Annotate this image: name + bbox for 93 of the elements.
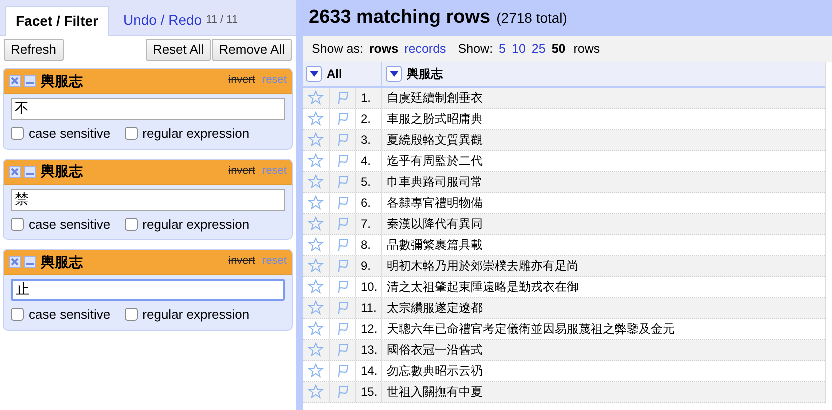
row-number: 3.: [356, 130, 382, 150]
table-cell-text: 秦漢以降代有異同: [386, 216, 484, 233]
star-icon[interactable]: [308, 300, 324, 316]
checkbox-label: regular expression: [142, 306, 250, 324]
table-cell-text: 明初木輅乃用於郊崇樸去雕亦有足尚: [386, 258, 580, 275]
row-number: 6.: [356, 193, 382, 213]
facet-title: 輿服志: [41, 162, 83, 181]
checkbox[interactable]: [11, 218, 24, 231]
remove-all-button[interactable]: Remove All: [212, 39, 292, 61]
star-icon[interactable]: [308, 258, 324, 274]
row-number: 14.: [356, 361, 382, 381]
close-icon[interactable]: [9, 75, 21, 87]
invert-link[interactable]: invert: [228, 72, 256, 88]
row-number: 5.: [356, 172, 382, 192]
page-size-link[interactable]: 50: [552, 40, 566, 58]
row-number: 10.: [356, 277, 382, 297]
matching-rows-count: 2633 matching rows: [309, 6, 491, 30]
view-mode-link[interactable]: rows: [369, 40, 399, 58]
rows-label: rows: [574, 40, 600, 58]
star-icon[interactable]: [308, 279, 324, 295]
refresh-button[interactable]: Refresh: [4, 39, 64, 61]
row-number: 2.: [356, 109, 382, 129]
checkbox-label: case sensitive: [29, 306, 111, 324]
star-icon[interactable]: [308, 132, 324, 148]
star-icon[interactable]: [308, 174, 324, 190]
table-cell-text: 夏繞殷輅文質異觀: [386, 132, 484, 149]
star-icon[interactable]: [308, 216, 324, 232]
table-cell-text: 各隸專官禮明物備: [386, 195, 484, 212]
undo-count: 11 / 11: [206, 12, 238, 28]
table-cell-text: 品數彌繁裹篇具載: [386, 237, 484, 254]
close-icon[interactable]: [9, 256, 21, 268]
dropdown-icon[interactable]: [386, 66, 402, 82]
panel-tab[interactable]: Undo / Redo 11 / 11: [113, 5, 248, 35]
row-number: 12.: [356, 319, 382, 339]
table-cell-text: 迄乎有周監於二代: [386, 153, 484, 170]
table-cell-text: 巾車典路司服司常: [386, 174, 484, 191]
invert-link[interactable]: invert: [228, 253, 256, 270]
total-rows: (2718 total): [496, 8, 568, 28]
table-cell-text: 自虞廷續制創垂衣: [386, 90, 484, 107]
table-cell-text: 國俗衣冠一沿舊式: [386, 342, 484, 359]
page-size-link[interactable]: 10: [512, 40, 526, 58]
panel-tab[interactable]: Facet / Filter: [5, 6, 110, 36]
facet-title: 輿服志: [41, 72, 83, 90]
page-size-link[interactable]: 25: [532, 40, 546, 58]
table-cell-text: 世祖入關撫有中夏: [386, 384, 484, 401]
column-header: 輿服志: [407, 66, 443, 83]
show-as-label: Show as:: [312, 40, 364, 58]
column-header: All: [327, 66, 342, 83]
table-cell-text: 清之太祖肇起東陲遠略是勤戎衣在御: [386, 279, 580, 296]
star-icon[interactable]: [308, 195, 324, 211]
row-number: 9.: [356, 256, 382, 276]
page-size-link[interactable]: 5: [499, 40, 506, 58]
close-icon[interactable]: [9, 166, 21, 178]
checkbox[interactable]: [124, 218, 138, 231]
reset-all-button[interactable]: Reset All: [146, 39, 212, 61]
checkbox[interactable]: [11, 308, 24, 322]
collapse-icon[interactable]: [24, 75, 36, 87]
facet-title: 輿服志: [41, 252, 83, 272]
row-number: 1.: [356, 88, 382, 108]
row-number: 4.: [356, 151, 382, 171]
row-number: 7.: [356, 214, 382, 234]
checkbox-label: case sensitive: [29, 125, 111, 143]
table-cell-text: 太宗纘服遂定遼都: [386, 300, 484, 317]
table-cell-text: 車服之肦式昭庸典: [386, 111, 484, 128]
checkbox[interactable]: [124, 127, 138, 140]
star-icon[interactable]: [308, 384, 324, 400]
row-number: 15.: [356, 382, 382, 402]
star-icon[interactable]: [308, 363, 324, 379]
show-label: Show:: [458, 40, 494, 58]
checkbox-label: regular expression: [142, 216, 250, 234]
collapse-icon[interactable]: [24, 166, 36, 178]
star-icon[interactable]: [308, 342, 324, 358]
row-number: 8.: [356, 235, 382, 255]
row-number: 11.: [356, 298, 382, 318]
checkbox-label: regular expression: [142, 125, 250, 143]
row-number: 13.: [356, 340, 382, 360]
text-filter-field[interactable]: 不: [11, 98, 285, 120]
checkbox[interactable]: [11, 127, 24, 140]
dropdown-icon[interactable]: [306, 66, 322, 82]
checkbox[interactable]: [124, 308, 138, 322]
text-filter-field[interactable]: 禁: [11, 188, 285, 210]
collapse-icon[interactable]: [24, 256, 36, 268]
text-filter-field[interactable]: 止: [11, 279, 285, 301]
table-cell-text: 勿忘數典昭示云礽: [386, 363, 484, 380]
table-cell-text: 天聰六年已命禮官考定儀衛並因易服蔑祖之弊鑒及金元: [386, 321, 676, 338]
star-icon[interactable]: [308, 90, 324, 106]
star-icon[interactable]: [308, 321, 324, 337]
invert-link[interactable]: invert: [228, 162, 256, 179]
star-icon[interactable]: [308, 111, 324, 127]
checkbox-label: case sensitive: [29, 216, 111, 234]
star-icon[interactable]: [308, 237, 324, 253]
star-icon[interactable]: [308, 153, 324, 169]
view-mode-link[interactable]: records: [404, 40, 446, 58]
